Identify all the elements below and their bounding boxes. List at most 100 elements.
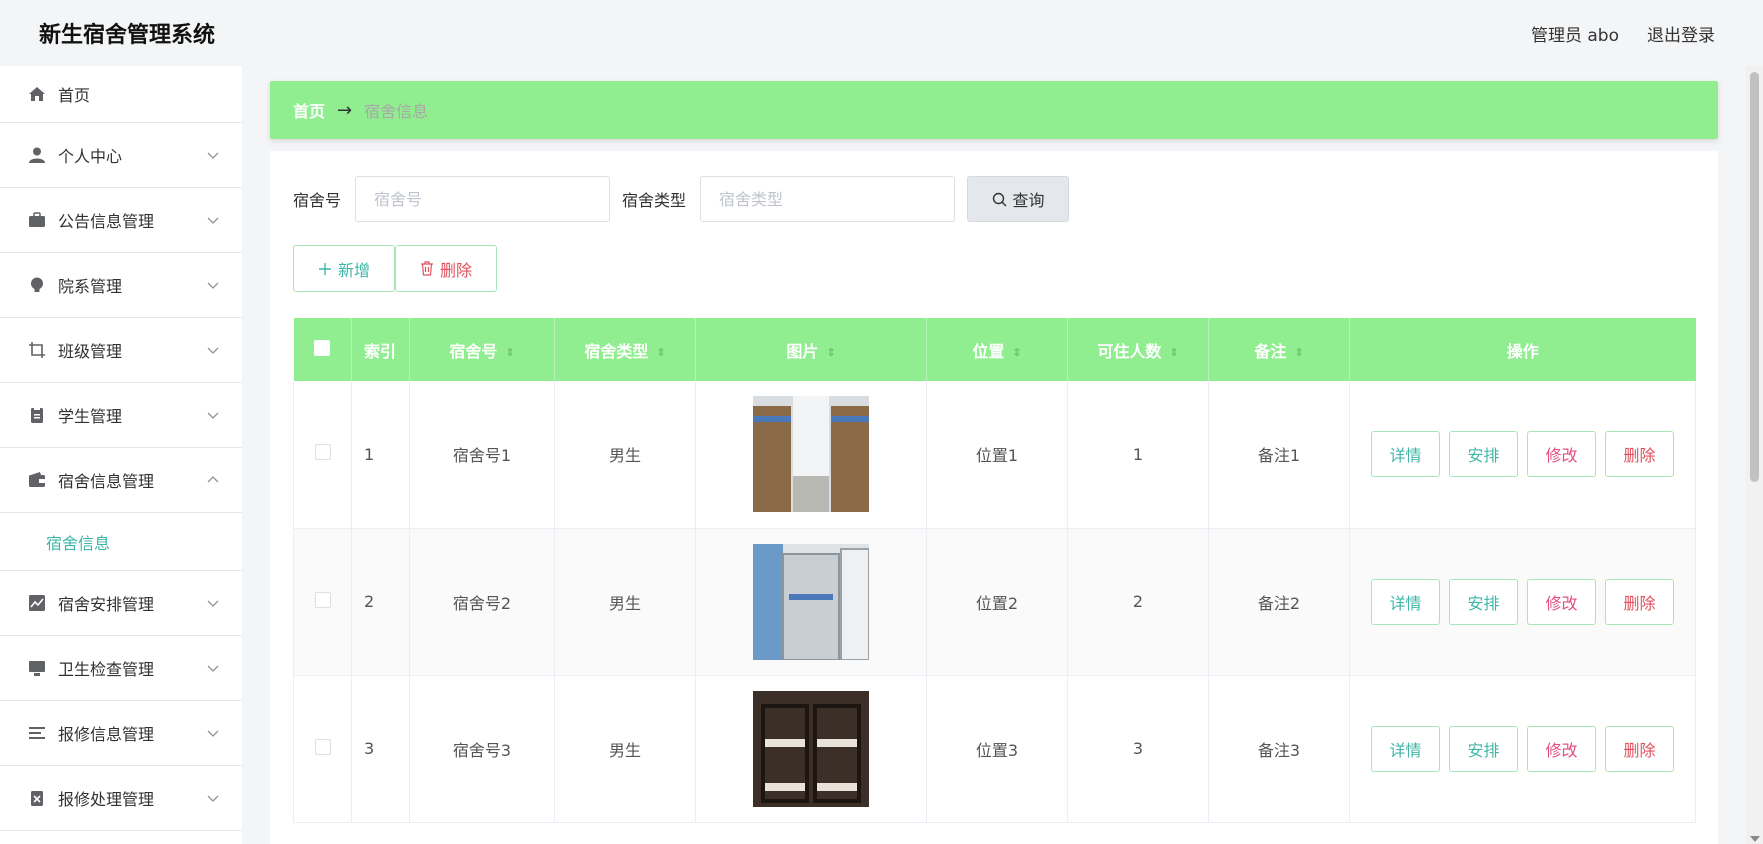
sort-icon[interactable]: ⇕ [1012, 347, 1021, 358]
chart-icon [28, 594, 46, 612]
plus-icon [318, 262, 331, 275]
sidebar-item-label: 报修处理管理 [58, 790, 155, 809]
edit-button[interactable]: 修改 [1527, 431, 1596, 478]
header-capacity[interactable]: 可住人数 ⇕ [1067, 318, 1209, 381]
sidebar: 首页 个人中心 公告信息管理 院系管理 班级管理 学生管理 宿舍信息管理 宿舍信… [0, 66, 242, 844]
chevron-down-icon [207, 412, 219, 419]
app-title: 新生宿舍管理系统 [39, 23, 216, 48]
header-label: 位置 [972, 341, 1005, 361]
row-select[interactable] [293, 675, 352, 822]
content-panel: 宿舍号 宿舍类型 查询 新增 删除 [270, 151, 1718, 844]
cell-index: 1 [351, 381, 410, 528]
breadcrumb-home[interactable]: 首页 [293, 98, 325, 122]
sidebar-item-label: 报修信息管理 [58, 725, 155, 744]
cell-dorm-type: 男生 [554, 675, 696, 822]
delete-label: 删除 [439, 260, 472, 280]
sort-icon[interactable]: ⇕ [826, 347, 835, 358]
search-icon [992, 192, 1007, 206]
topbar-right: 管理员 abo 退出登录 [1531, 21, 1715, 46]
row-delete-button[interactable]: 删除 [1605, 431, 1674, 478]
header-location[interactable]: 位置 ⇕ [926, 318, 1068, 381]
dorm-photo[interactable] [753, 543, 869, 660]
dorm-no-label: 宿舍号 [293, 191, 342, 210]
sort-icon[interactable]: ⇕ [1294, 347, 1303, 358]
dorm-type-input[interactable] [700, 176, 956, 222]
sidebar-item-dorm-arrange[interactable]: 宿舍安排管理 [0, 571, 242, 636]
dorm-no-input[interactable] [355, 176, 611, 222]
row-delete-button[interactable]: 删除 [1605, 578, 1674, 625]
sidebar-item-personal[interactable]: 个人中心 [0, 123, 242, 188]
logout-link[interactable]: 退出登录 [1647, 21, 1715, 46]
detail-button[interactable]: 详情 [1371, 431, 1440, 478]
list-icon [28, 724, 46, 742]
sidebar-item-department[interactable]: 院系管理 [0, 253, 242, 318]
select-all-checkbox[interactable] [314, 339, 331, 356]
cell-dorm-no: 宿舍号3 [409, 675, 555, 822]
cell-capacity: 1 [1067, 381, 1209, 528]
table-row: 1 宿舍号1 男生 位置1 1 备注1 详情 安排 修改 删除 [293, 381, 1696, 528]
edit-button[interactable]: 修改 [1527, 725, 1596, 772]
add-button[interactable]: 新增 [293, 245, 395, 292]
chevron-down-icon [207, 347, 219, 354]
chevron-up-icon [207, 476, 219, 483]
cell-image [695, 528, 927, 675]
cell-operations: 详情 安排 修改 删除 [1349, 381, 1696, 528]
action-bar: 新增 删除 [293, 245, 497, 292]
detail-button[interactable]: 详情 [1371, 578, 1440, 625]
sidebar-item-notice[interactable]: 公告信息管理 [0, 188, 242, 253]
header-label: 宿舍类型 [584, 341, 649, 361]
header-remark[interactable]: 备注 ⇕ [1208, 318, 1350, 381]
row-select[interactable] [293, 381, 352, 528]
row-actions: 详情 安排 修改 删除 [1350, 725, 1695, 772]
sidebar-item-label: 公告信息管理 [58, 212, 155, 231]
sidebar-item-label: 学生管理 [58, 407, 123, 426]
breadcrumb-current: 宿舍信息 [364, 102, 429, 121]
header-dorm-no[interactable]: 宿舍号 ⇕ [409, 318, 555, 381]
header-image[interactable]: 图片 ⇕ [695, 318, 927, 381]
sort-icon[interactable]: ⇕ [1169, 347, 1178, 358]
scrollbar-thumb[interactable] [1750, 72, 1759, 482]
sidebar-item-student[interactable]: 学生管理 [0, 383, 242, 448]
monitor-icon [28, 659, 46, 677]
sidebar-subitem-dorm-info[interactable]: 宿舍信息 [0, 513, 242, 571]
sidebar-item-home[interactable]: 首页 [0, 66, 242, 123]
arrange-button[interactable]: 安排 [1449, 431, 1518, 478]
briefcase-icon [28, 211, 46, 229]
page-scrollbar[interactable] [1746, 66, 1763, 844]
row-checkbox[interactable] [314, 444, 331, 461]
cell-capacity: 3 [1067, 675, 1209, 822]
sidebar-item-label: 班级管理 [58, 342, 123, 361]
cell-dorm-no: 宿舍号1 [409, 381, 555, 528]
arrange-button[interactable]: 安排 [1449, 725, 1518, 772]
dorm-photo[interactable] [753, 396, 869, 513]
header-select-all[interactable] [293, 318, 352, 381]
row-checkbox[interactable] [314, 591, 331, 608]
row-checkbox[interactable] [314, 738, 331, 755]
table-row: 2 宿舍号2 男生 位置2 2 备注2 详情 安排 修改 删除 [293, 528, 1696, 675]
sidebar-item-repair-info[interactable]: 报修信息管理 [0, 701, 242, 766]
cell-index: 2 [351, 528, 410, 675]
row-select[interactable] [293, 528, 352, 675]
sidebar-item-hygiene[interactable]: 卫生检查管理 [0, 636, 242, 701]
sort-icon[interactable]: ⇕ [656, 347, 665, 358]
sidebar-item-dorm-info[interactable]: 宿舍信息管理 [0, 448, 242, 513]
checklist-icon [28, 789, 46, 807]
delete-button[interactable]: 删除 [395, 245, 497, 292]
arrange-button[interactable]: 安排 [1449, 578, 1518, 625]
chevron-down-icon [207, 282, 219, 289]
cell-location: 位置3 [926, 675, 1068, 822]
cell-remark: 备注3 [1208, 675, 1350, 822]
query-button[interactable]: 查询 [967, 176, 1070, 222]
dorm-photo[interactable] [753, 690, 869, 807]
sidebar-item-class[interactable]: 班级管理 [0, 318, 242, 383]
header-dorm-type[interactable]: 宿舍类型 ⇕ [554, 318, 696, 381]
sidebar-item-repair-handle[interactable]: 报修处理管理 [0, 766, 242, 831]
edit-button[interactable]: 修改 [1527, 578, 1596, 625]
detail-button[interactable]: 详情 [1371, 725, 1440, 772]
sidebar-item-label: 宿舍信息管理 [58, 472, 155, 491]
sort-icon[interactable]: ⇕ [505, 347, 514, 358]
row-delete-button[interactable]: 删除 [1605, 725, 1674, 772]
header-label: 备注 [1254, 341, 1287, 361]
scroll-down-arrow-icon[interactable] [1750, 836, 1760, 842]
cell-operations: 详情 安排 修改 删除 [1349, 675, 1696, 822]
